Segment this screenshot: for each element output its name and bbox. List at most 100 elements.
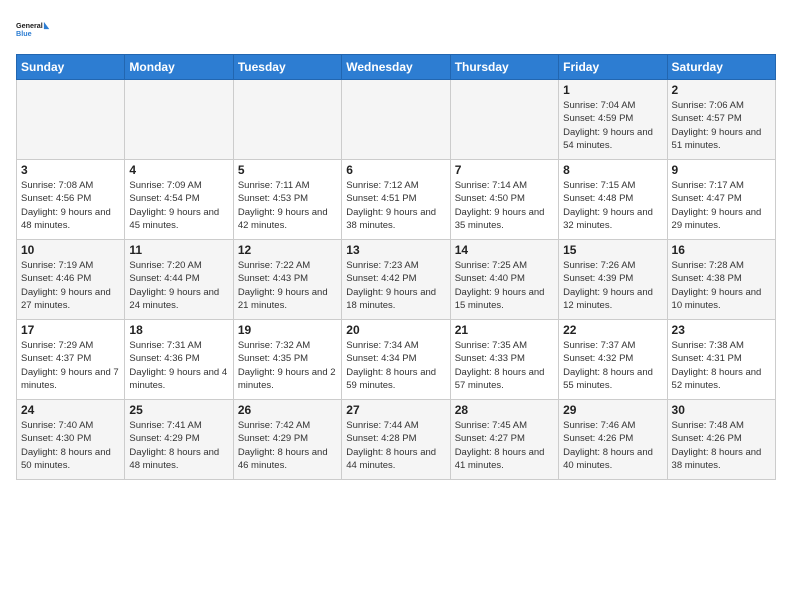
day-number: 6 [346, 163, 445, 177]
day-number: 25 [129, 403, 228, 417]
day-info: Sunrise: 7:17 AM Sunset: 4:47 PM Dayligh… [672, 179, 771, 232]
day-info: Sunrise: 7:22 AM Sunset: 4:43 PM Dayligh… [238, 259, 337, 312]
calendar-day-14: 14 Sunrise: 7:25 AM Sunset: 4:40 PM Dayli… [450, 240, 558, 320]
day-info: Sunrise: 7:46 AM Sunset: 4:26 PM Dayligh… [563, 419, 662, 472]
day-number: 22 [563, 323, 662, 337]
day-info: Sunrise: 7:06 AM Sunset: 4:57 PM Dayligh… [672, 99, 771, 152]
day-number: 3 [21, 163, 120, 177]
calendar-week-row: 10 Sunrise: 7:19 AM Sunset: 4:46 PM Dayli… [17, 240, 776, 320]
day-number: 10 [21, 243, 120, 257]
calendar-day-11: 11 Sunrise: 7:20 AM Sunset: 4:44 PM Dayli… [125, 240, 233, 320]
calendar-day-10: 10 Sunrise: 7:19 AM Sunset: 4:46 PM Dayli… [17, 240, 125, 320]
calendar-day-30: 30 Sunrise: 7:48 AM Sunset: 4:26 PM Dayli… [667, 400, 775, 480]
day-number: 11 [129, 243, 228, 257]
calendar-day-8: 8Sunrise: 7:15 AM Sunset: 4:48 PM Daylig… [559, 160, 667, 240]
calendar-day-6: 6 Sunrise: 7:12 AM Sunset: 4:51 PM Daylig… [342, 160, 450, 240]
calendar-day-7: 7 Sunrise: 7:14 AM Sunset: 4:50 PM Daylig… [450, 160, 558, 240]
calendar-week-row: 17 Sunrise: 7:29 AM Sunset: 4:37 PM Dayli… [17, 320, 776, 400]
day-info: Sunrise: 7:14 AM Sunset: 4:50 PM Dayligh… [455, 179, 554, 232]
day-number: 23 [672, 323, 771, 337]
calendar-day-20: 20 Sunrise: 7:34 AM Sunset: 4:34 PM Dayli… [342, 320, 450, 400]
calendar-day-9: 9 Sunrise: 7:17 AM Sunset: 4:47 PM Daylig… [667, 160, 775, 240]
day-info: Sunrise: 7:45 AM Sunset: 4:27 PM Dayligh… [455, 419, 554, 472]
day-info: Sunrise: 7:04 AM Sunset: 4:59 PM Dayligh… [563, 99, 662, 152]
calendar-week-row: 1Sunrise: 7:04 AM Sunset: 4:59 PM Daylig… [17, 80, 776, 160]
day-info: Sunrise: 7:08 AM Sunset: 4:56 PM Dayligh… [21, 179, 120, 232]
calendar-day-21: 21 Sunrise: 7:35 AM Sunset: 4:33 PM Dayli… [450, 320, 558, 400]
day-number: 12 [238, 243, 337, 257]
calendar-empty-cell [125, 80, 233, 160]
day-info: Sunrise: 7:15 AM Sunset: 4:48 PM Dayligh… [563, 179, 662, 232]
day-number: 15 [563, 243, 662, 257]
day-info: Sunrise: 7:12 AM Sunset: 4:51 PM Dayligh… [346, 179, 445, 232]
day-number: 7 [455, 163, 554, 177]
day-info: Sunrise: 7:19 AM Sunset: 4:46 PM Dayligh… [21, 259, 120, 312]
day-info: Sunrise: 7:09 AM Sunset: 4:54 PM Dayligh… [129, 179, 228, 232]
weekday-header-tuesday: Tuesday [233, 55, 341, 80]
day-info: Sunrise: 7:41 AM Sunset: 4:29 PM Dayligh… [129, 419, 228, 472]
weekday-header-sunday: Sunday [17, 55, 125, 80]
day-number: 29 [563, 403, 662, 417]
calendar-day-22: 22Sunrise: 7:37 AM Sunset: 4:32 PM Dayli… [559, 320, 667, 400]
day-info: Sunrise: 7:44 AM Sunset: 4:28 PM Dayligh… [346, 419, 445, 472]
day-info: Sunrise: 7:23 AM Sunset: 4:42 PM Dayligh… [346, 259, 445, 312]
calendar-table: SundayMondayTuesdayWednesdayThursdayFrid… [16, 54, 776, 480]
day-number: 20 [346, 323, 445, 337]
calendar-day-28: 28 Sunrise: 7:45 AM Sunset: 4:27 PM Dayli… [450, 400, 558, 480]
day-number: 27 [346, 403, 445, 417]
calendar-day-2: 2Sunrise: 7:06 AM Sunset: 4:57 PM Daylig… [667, 80, 775, 160]
weekday-header-friday: Friday [559, 55, 667, 80]
calendar-day-23: 23 Sunrise: 7:38 AM Sunset: 4:31 PM Dayli… [667, 320, 775, 400]
calendar-day-12: 12 Sunrise: 7:22 AM Sunset: 4:43 PM Dayli… [233, 240, 341, 320]
page-header: GeneralBlue [16, 16, 776, 44]
day-number: 16 [672, 243, 771, 257]
day-info: Sunrise: 7:35 AM Sunset: 4:33 PM Dayligh… [455, 339, 554, 392]
day-number: 21 [455, 323, 554, 337]
day-number: 18 [129, 323, 228, 337]
calendar-day-29: 29 Sunrise: 7:46 AM Sunset: 4:26 PM Dayli… [559, 400, 667, 480]
calendar-week-row: 24Sunrise: 7:40 AM Sunset: 4:30 PM Dayli… [17, 400, 776, 480]
calendar-empty-cell [17, 80, 125, 160]
calendar-day-24: 24Sunrise: 7:40 AM Sunset: 4:30 PM Dayli… [17, 400, 125, 480]
calendar-day-15: 15 Sunrise: 7:26 AM Sunset: 4:39 PM Dayli… [559, 240, 667, 320]
calendar-day-5: 5 Sunrise: 7:11 AM Sunset: 4:53 PM Daylig… [233, 160, 341, 240]
calendar-day-27: 27 Sunrise: 7:44 AM Sunset: 4:28 PM Dayli… [342, 400, 450, 480]
calendar-empty-cell [450, 80, 558, 160]
calendar-day-19: 19Sunrise: 7:32 AM Sunset: 4:35 PM Dayli… [233, 320, 341, 400]
day-number: 17 [21, 323, 120, 337]
day-number: 19 [238, 323, 337, 337]
calendar-day-1: 1Sunrise: 7:04 AM Sunset: 4:59 PM Daylig… [559, 80, 667, 160]
calendar-day-3: 3 Sunrise: 7:08 AM Sunset: 4:56 PM Daylig… [17, 160, 125, 240]
logo: GeneralBlue [16, 16, 52, 44]
day-number: 9 [672, 163, 771, 177]
day-info: Sunrise: 7:48 AM Sunset: 4:26 PM Dayligh… [672, 419, 771, 472]
day-info: Sunrise: 7:38 AM Sunset: 4:31 PM Dayligh… [672, 339, 771, 392]
day-number: 30 [672, 403, 771, 417]
weekday-header-saturday: Saturday [667, 55, 775, 80]
calendar-empty-cell [342, 80, 450, 160]
calendar-day-25: 25 Sunrise: 7:41 AM Sunset: 4:29 PM Dayli… [125, 400, 233, 480]
day-info: Sunrise: 7:28 AM Sunset: 4:38 PM Dayligh… [672, 259, 771, 312]
day-info: Sunrise: 7:25 AM Sunset: 4:40 PM Dayligh… [455, 259, 554, 312]
weekday-header-row: SundayMondayTuesdayWednesdayThursdayFrid… [17, 55, 776, 80]
day-info: Sunrise: 7:29 AM Sunset: 4:37 PM Dayligh… [21, 339, 120, 392]
calendar-day-4: 4Sunrise: 7:09 AM Sunset: 4:54 PM Daylig… [125, 160, 233, 240]
day-number: 24 [21, 403, 120, 417]
day-info: Sunrise: 7:26 AM Sunset: 4:39 PM Dayligh… [563, 259, 662, 312]
weekday-header-thursday: Thursday [450, 55, 558, 80]
calendar-day-26: 26Sunrise: 7:42 AM Sunset: 4:29 PM Dayli… [233, 400, 341, 480]
logo-icon: GeneralBlue [16, 16, 52, 44]
svg-text:Blue: Blue [16, 29, 32, 38]
day-info: Sunrise: 7:34 AM Sunset: 4:34 PM Dayligh… [346, 339, 445, 392]
day-info: Sunrise: 7:11 AM Sunset: 4:53 PM Dayligh… [238, 179, 337, 232]
calendar-day-13: 13Sunrise: 7:23 AM Sunset: 4:42 PM Dayli… [342, 240, 450, 320]
day-info: Sunrise: 7:31 AM Sunset: 4:36 PM Dayligh… [129, 339, 228, 392]
calendar-empty-cell [233, 80, 341, 160]
day-number: 5 [238, 163, 337, 177]
day-number: 26 [238, 403, 337, 417]
day-number: 28 [455, 403, 554, 417]
day-number: 14 [455, 243, 554, 257]
day-info: Sunrise: 7:20 AM Sunset: 4:44 PM Dayligh… [129, 259, 228, 312]
calendar-day-17: 17 Sunrise: 7:29 AM Sunset: 4:37 PM Dayli… [17, 320, 125, 400]
weekday-header-monday: Monday [125, 55, 233, 80]
